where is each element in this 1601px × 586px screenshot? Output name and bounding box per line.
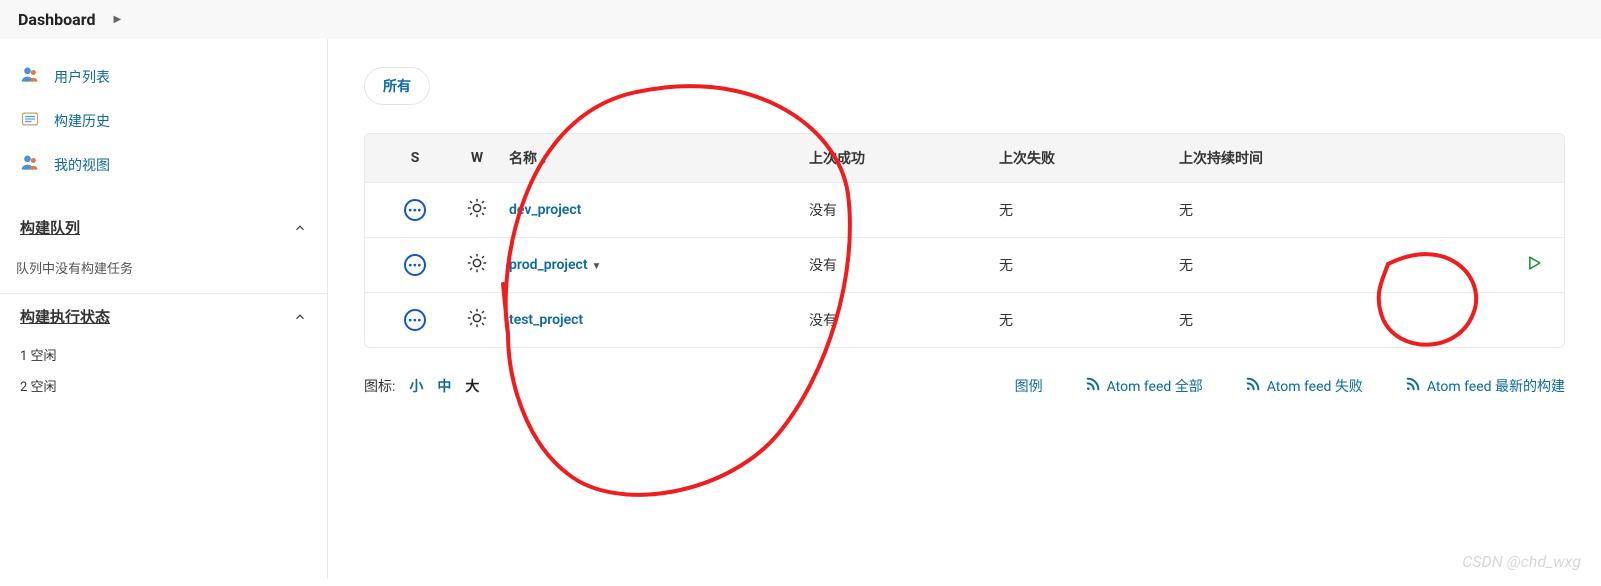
table-header: S W 名称 ↓ 上次成功 上次失败 上次持续时间 bbox=[365, 134, 1564, 183]
weather-cell bbox=[445, 197, 509, 223]
user-icon bbox=[20, 65, 40, 89]
status-cell: ••• bbox=[385, 254, 445, 276]
history-icon bbox=[20, 109, 40, 133]
rss-icon bbox=[1405, 376, 1421, 396]
job-name-cell: dev_project bbox=[509, 202, 809, 218]
atom-feed-all[interactable]: Atom feed 全部 bbox=[1085, 376, 1203, 396]
table-footer: 图标: 小 中 大 图例 Atom feed 全部 Atom feed 失败 bbox=[364, 376, 1565, 396]
sidebar-item-history[interactable]: 构建历史 bbox=[0, 99, 327, 143]
col-header-last-fail[interactable]: 上次失败 bbox=[999, 148, 1179, 168]
col-header-name[interactable]: 名称 ↓ bbox=[509, 148, 809, 168]
sidebar-item-label: 构建历史 bbox=[54, 111, 110, 131]
sidebar-item-label: 我的视图 bbox=[54, 155, 110, 175]
job-table: S W 名称 ↓ 上次成功 上次失败 上次持续时间 ••• dev_project… bbox=[364, 133, 1565, 348]
status-notbuilt-icon: ••• bbox=[404, 309, 426, 331]
icon-size-label: 图标: bbox=[364, 376, 395, 396]
sidebar-item-myviews[interactable]: 我的视图 bbox=[0, 143, 327, 187]
rss-icon bbox=[1245, 376, 1261, 396]
icon-size-controls: 图标: 小 中 大 bbox=[364, 376, 479, 396]
size-small[interactable]: 小 bbox=[409, 376, 423, 396]
sidebar: 用户列表 构建历史 我的视图 构建队列 队列中没有构建任务 构建执行状态 1 空… bbox=[0, 39, 328, 579]
duration-cell: 无 bbox=[1179, 200, 1464, 220]
job-name-cell: prod_project ▼ bbox=[509, 257, 809, 273]
executor-row: 1 空闲 bbox=[0, 339, 327, 370]
view-tabs: 所有 bbox=[364, 67, 1565, 105]
col-header-status[interactable]: S bbox=[385, 150, 445, 166]
build-queue-title: 构建队列 bbox=[20, 217, 80, 238]
footer-links: 图例 Atom feed 全部 Atom feed 失败 Atom feed 最… bbox=[479, 376, 1565, 396]
main-layout: 用户列表 构建历史 我的视图 构建队列 队列中没有构建任务 构建执行状态 1 空… bbox=[0, 39, 1601, 579]
duration-cell: 无 bbox=[1179, 255, 1464, 275]
page-title[interactable]: Dashboard bbox=[18, 10, 95, 29]
last-fail-cell: 无 bbox=[999, 200, 1179, 220]
col-header-weather[interactable]: W bbox=[445, 150, 509, 166]
table-row: •••dev_project没有无无 bbox=[365, 183, 1564, 238]
executor-body: 1 空闲 2 空闲 bbox=[0, 339, 327, 401]
last-success-cell: 没有 bbox=[809, 200, 999, 220]
legend-link[interactable]: 图例 bbox=[1015, 376, 1043, 396]
run-build-button[interactable] bbox=[1524, 253, 1544, 273]
weather-cell bbox=[445, 252, 509, 278]
col-header-duration[interactable]: 上次持续时间 bbox=[1179, 148, 1464, 168]
executor-title: 构建执行状态 bbox=[20, 306, 110, 327]
rss-icon bbox=[1085, 376, 1101, 396]
executor-header[interactable]: 构建执行状态 bbox=[0, 294, 327, 339]
watermark: CSDN @chd_wxg bbox=[1462, 552, 1581, 571]
main-content: 所有 S W 名称 ↓ 上次成功 上次失败 上次持续时间 ••• dev_proj… bbox=[328, 39, 1601, 579]
breadcrumb-bar: Dashboard ▶ bbox=[0, 0, 1601, 39]
executor-row: 2 空闲 bbox=[0, 370, 327, 401]
tab-all[interactable]: 所有 bbox=[364, 67, 430, 105]
job-link[interactable]: test_project bbox=[509, 312, 583, 328]
job-name-cell: test_project bbox=[509, 312, 809, 328]
status-cell: ••• bbox=[385, 199, 445, 221]
duration-cell: 无 bbox=[1179, 310, 1464, 330]
status-notbuilt-icon: ••• bbox=[404, 199, 426, 221]
sidebar-item-label: 用户列表 bbox=[54, 67, 110, 87]
size-medium[interactable]: 中 bbox=[437, 376, 451, 396]
last-fail-cell: 无 bbox=[999, 255, 1179, 275]
last-success-cell: 没有 bbox=[809, 255, 999, 275]
caret-down-icon[interactable]: ▼ bbox=[592, 261, 602, 272]
col-header-last-success[interactable]: 上次成功 bbox=[809, 148, 999, 168]
last-fail-cell: 无 bbox=[999, 310, 1179, 330]
table-row: •••test_project没有无无 bbox=[365, 293, 1564, 347]
atom-feed-latest[interactable]: Atom feed 最新的构建 bbox=[1405, 376, 1565, 396]
status-cell: ••• bbox=[385, 309, 445, 331]
last-success-cell: 没有 bbox=[809, 310, 999, 330]
table-row: •••prod_project▼没有无无 bbox=[365, 238, 1564, 293]
chevron-up-icon bbox=[293, 310, 307, 324]
views-icon bbox=[20, 153, 40, 177]
chevron-up-icon bbox=[293, 221, 307, 235]
weather-cell bbox=[445, 307, 509, 333]
status-notbuilt-icon: ••• bbox=[404, 254, 426, 276]
job-link[interactable]: dev_project bbox=[509, 202, 581, 218]
chevron-right-icon: ▶ bbox=[113, 14, 121, 25]
atom-feed-fail[interactable]: Atom feed 失败 bbox=[1245, 376, 1363, 396]
size-large[interactable]: 大 bbox=[465, 376, 479, 396]
build-queue-body: 队列中没有构建任务 bbox=[0, 250, 327, 294]
job-link[interactable]: prod_project bbox=[509, 257, 588, 273]
build-queue-header[interactable]: 构建队列 bbox=[0, 205, 327, 250]
sidebar-item-users[interactable]: 用户列表 bbox=[0, 55, 327, 99]
